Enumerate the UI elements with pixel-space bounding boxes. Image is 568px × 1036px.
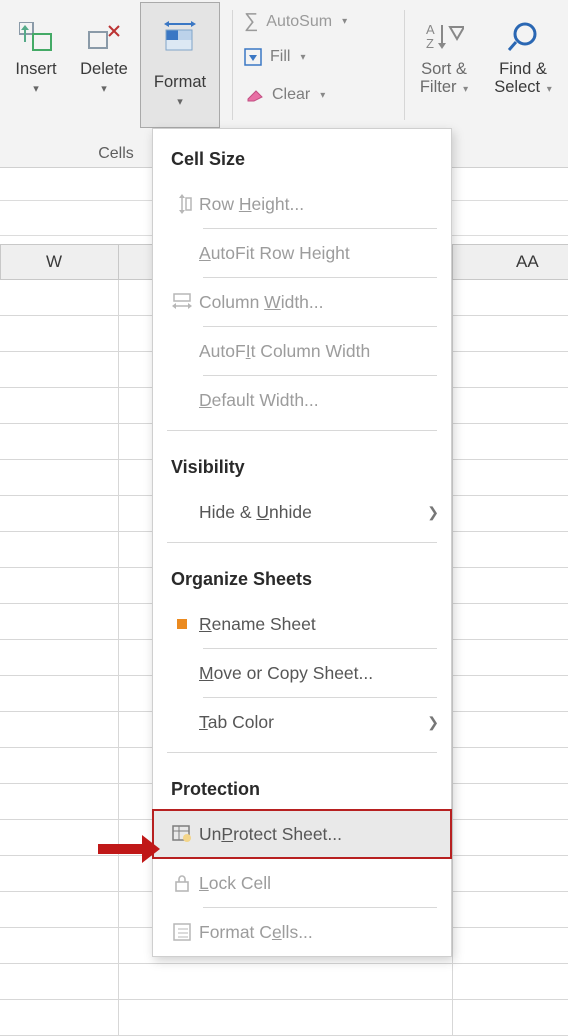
fill-button[interactable]: Fill ▾ [244,48,305,66]
delete-label: Delete [74,60,134,78]
menu-unprotect-sheet[interactable]: UnProtect Sheet... [153,810,451,858]
menu-format-cells: Format Cells... [153,908,451,956]
format-menu: Cell Size Row Height... AutoFit Row Heig… [152,128,452,957]
menu-label: AutoFit Row Height [199,243,439,264]
insert-button[interactable]: Insert ▾ [8,14,64,95]
menu-tab-color[interactable]: Tab Color ❯ [153,698,451,746]
menu-label: Column Width... [199,292,439,313]
find-select-label-2: Select [494,78,540,96]
menu-label: UnProtect Sheet... [199,824,439,845]
menu-lock-cell: Lock Cell [153,859,451,907]
fill-down-icon [244,48,262,66]
format-cells-icon [141,15,219,61]
menu-move-copy-sheet[interactable]: Move or Copy Sheet... [153,649,451,697]
section-visibility: Visibility [153,437,451,488]
menu-rename-sheet[interactable]: Rename Sheet [153,600,451,648]
section-organize: Organize Sheets [153,549,451,600]
menu-default-width: Default Width... [153,376,451,424]
sort-filter-label-2: Filter [420,78,457,96]
find-select-label-1: Find & [486,60,560,78]
fill-label: Fill [270,48,290,66]
eraser-icon [244,87,264,103]
find-select-button[interactable]: Find & Select ▾ [486,14,560,96]
menu-label: Hide & Unhide [199,502,427,523]
section-cell-size: Cell Size [153,129,451,180]
chevron-right-icon: ❯ [427,504,439,521]
menu-column-width: Column Width... [153,278,451,326]
menu-label: Tab Color [199,712,427,733]
clear-label: Clear [272,86,310,104]
menu-label: Rename Sheet [199,614,439,635]
column-header[interactable]: AA [516,252,539,272]
sort-filter-button[interactable]: AZ Sort & Filter ▾ [414,14,474,96]
menu-autofit-row: AutoFit Row Height [153,229,451,277]
chevron-down-icon: ▾ [141,95,219,108]
delete-cells-icon [74,14,134,60]
sort-filter-label-1: Sort & [414,60,474,78]
lock-icon [165,873,199,893]
menu-label: Row Height... [199,194,439,215]
annotation-arrow [98,844,142,854]
sheet-protect-icon [165,824,199,844]
divider [404,10,405,120]
clear-button[interactable]: Clear ▾ [244,86,325,104]
chevron-down-icon: ▾ [74,82,134,95]
chevron-down-icon: ▾ [342,16,347,27]
menu-autofit-column: AutoFIt Column Width [153,327,451,375]
sort-filter-icon: AZ [414,14,474,60]
row-height-icon [165,193,199,215]
format-cells-dialog-icon [165,922,199,942]
sigma-icon: ∑ [244,10,258,33]
column-width-icon [165,293,199,311]
insert-label: Insert [8,60,64,78]
chevron-down-icon: ▾ [8,82,64,95]
menu-row-height: Row Height... [153,180,451,228]
menu-label: Move or Copy Sheet... [199,663,439,684]
format-button[interactable]: Format ▾ [140,2,220,128]
menu-label: AutoFIt Column Width [199,341,439,362]
svg-text:A: A [426,22,435,37]
delete-button[interactable]: Delete ▾ [74,14,134,95]
svg-text:Z: Z [426,36,434,51]
format-label: Format [141,73,219,91]
menu-label: Lock Cell [199,873,439,894]
divider [232,10,233,120]
section-protection: Protection [153,759,451,810]
chevron-down-icon: ▾ [547,84,552,95]
chevron-down-icon: ▾ [463,84,468,95]
chevron-right-icon: ❯ [427,714,439,731]
search-icon [486,14,560,60]
column-header[interactable]: W [46,252,62,272]
menu-hide-unhide[interactable]: Hide & Unhide ❯ [153,488,451,536]
menu-label: Default Width... [199,390,439,411]
autosum-label: AutoSum [266,13,332,31]
menu-label: Format Cells... [199,922,439,943]
chevron-down-icon: ▾ [300,52,305,63]
autosum-button[interactable]: ∑ AutoSum ▾ [244,10,347,33]
rename-icon [165,619,199,629]
chevron-down-icon: ▾ [320,90,325,101]
insert-cells-icon [8,14,64,60]
